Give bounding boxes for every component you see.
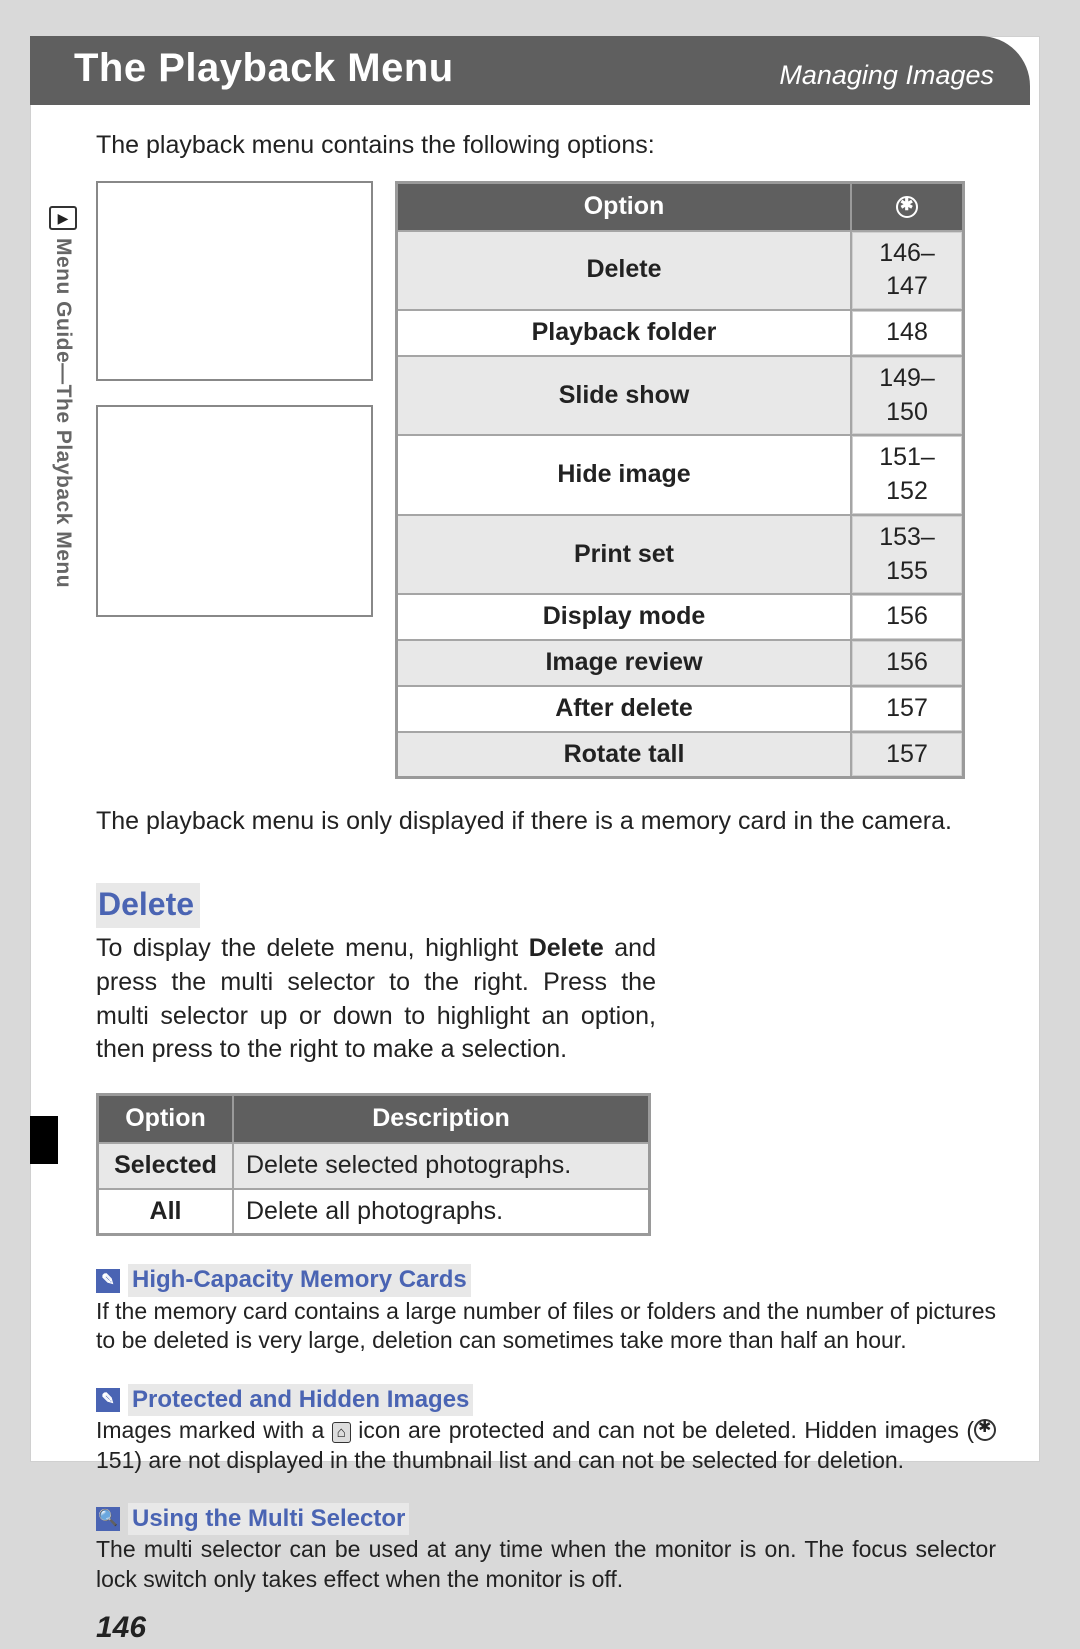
table-row: Delete146–147 [398,230,962,310]
option-cell: All [99,1188,234,1234]
playback-icon: ▶ [49,206,77,230]
option-cell: Print set [398,514,852,594]
note-ph-heading: ✎ Protected and Hidden Images [96,1384,996,1416]
intro-text: The playback menu contains the following… [96,129,996,163]
table-row: Hide image151–152 [398,434,962,514]
title-bar: The Playback Menu Managing Images [30,36,1030,105]
manual-page: The Playback Menu Managing Images ▶ Menu… [30,36,1040,1462]
thumb-index-tab [30,1116,58,1164]
option-cell: Slide show [398,355,852,435]
table-row: Rotate tall157 [398,731,962,777]
page-ref-icon [896,196,918,218]
table-row: AllDelete all photographs. [99,1188,648,1234]
protect-key-icon: ⌂ [332,1422,351,1443]
option-cell: Selected [99,1142,234,1188]
page-ref-icon [974,1419,996,1441]
page-cell: 156 [852,593,962,639]
pencil-icon: ✎ [96,1269,120,1293]
option-cell: Delete [398,230,852,310]
table-row: Image review156 [398,639,962,685]
page-subtitle: Managing Images [779,60,994,91]
page-cell: 157 [852,685,962,731]
note-ms-heading: 🔍 Using the Multi Selector [96,1503,996,1535]
note-ms-body: The multi selector can be used at any ti… [96,1535,996,1594]
delete-options-table: Option Description SelectedDelete select… [96,1093,651,1236]
option-cell: Display mode [398,593,852,639]
memory-card-note: The playback menu is only displayed if t… [96,805,996,839]
side-tab: ▶ Menu Guide—The Playback Menu [48,206,78,588]
option-cell: Playback folder [398,309,852,355]
desc-cell: Delete selected photographs. [234,1142,648,1188]
magnifier-icon: 🔍 [96,1507,120,1531]
table-row: Display mode156 [398,593,962,639]
option-cell: Hide image [398,434,852,514]
page-title: The Playback Menu [74,46,454,91]
table-row: SelectedDelete selected photographs. [99,1142,648,1188]
note-hc-body: If the memory card contains a large numb… [96,1297,996,1356]
screenshot-placeholder-2 [96,405,373,617]
del-col-option: Option [99,1096,234,1142]
page-number: 146 [96,1608,996,1649]
page-cell: 148 [852,309,962,355]
option-cell: Image review [398,639,852,685]
screenshot-placeholder-1 [96,181,373,381]
option-cell: Rotate tall [398,731,852,777]
delete-heading: Delete [96,883,200,928]
note-ph-body: Images marked with a ⌂ icon are protecte… [96,1416,996,1475]
option-cell: After delete [398,685,852,731]
page-cell: 146–147 [852,230,962,310]
delete-paragraph: To display the delete menu, highlight De… [96,932,656,1067]
page-cell: 156 [852,639,962,685]
table-row: After delete157 [398,685,962,731]
note-hc-heading: ✎ High-Capacity Memory Cards [96,1264,996,1296]
playback-menu-table: Option Delete146–147Playback folder148Sl… [395,181,965,780]
table-row: Slide show149–150 [398,355,962,435]
col-option: Option [398,184,852,230]
content-area: The playback menu contains the following… [96,105,1040,1649]
table-row: Print set153–155 [398,514,962,594]
side-tab-text: Menu Guide—The Playback Menu [51,238,75,588]
del-col-desc: Description [234,1096,648,1142]
table-row: Playback folder148 [398,309,962,355]
page-cell: 153–155 [852,514,962,594]
page-cell: 151–152 [852,434,962,514]
page-cell: 149–150 [852,355,962,435]
desc-cell: Delete all photographs. [234,1188,648,1234]
pencil-icon: ✎ [96,1388,120,1412]
col-page-icon [852,184,962,230]
page-cell: 157 [852,731,962,777]
